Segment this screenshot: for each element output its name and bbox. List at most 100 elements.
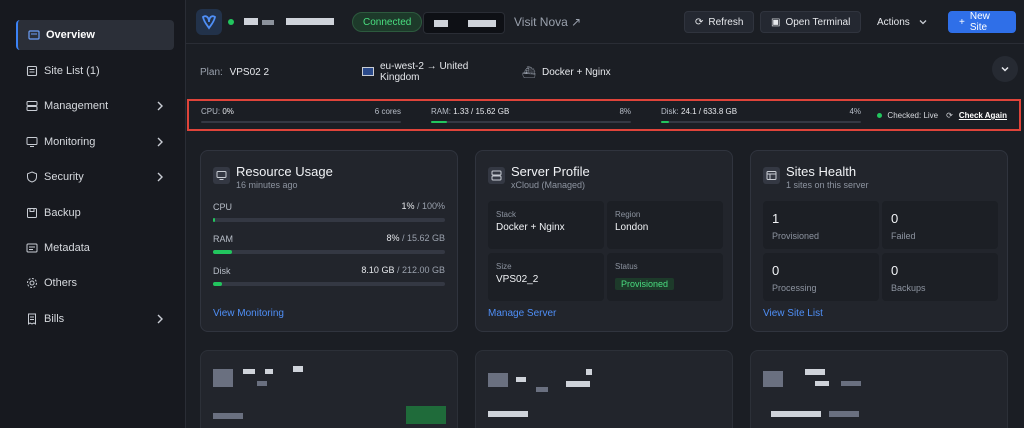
live-check-status: Checked: Live ⟳ Check Again <box>877 111 1007 120</box>
redacted-card <box>750 350 1008 428</box>
sites-icon <box>763 167 780 184</box>
resource-disk-used: 8.10 GB <box>361 265 395 275</box>
redacted-text <box>286 18 334 25</box>
open-terminal-label: Open Terminal <box>785 16 851 28</box>
card-subtitle: 16 minutes ago <box>236 180 298 190</box>
stat-number: 1 <box>772 211 780 226</box>
card-title: Server Profile <box>511 164 590 179</box>
redacted-block <box>536 387 548 392</box>
overview-icon <box>28 29 40 41</box>
manage-server-link[interactable]: Manage Server <box>488 308 556 319</box>
stack-tile: Stack Docker + Nginx <box>488 201 604 249</box>
check-again-link[interactable]: Check Again <box>959 111 1007 120</box>
ram-progress-fill <box>431 121 447 123</box>
disk-progress-fill <box>661 121 669 123</box>
redacted-block <box>265 369 273 374</box>
resource-disk-bar <box>213 282 445 286</box>
tile-key: Status <box>615 262 638 271</box>
collapse-button[interactable] <box>992 56 1018 82</box>
visit-link[interactable]: Visit Nova ↗ <box>514 15 581 29</box>
tile-key: Size <box>496 262 512 271</box>
card-title: Sites Health <box>786 164 857 179</box>
redacted-card <box>200 350 458 428</box>
tile-value: Docker + Nginx <box>496 222 565 233</box>
plan-info: Plan: VPS02 2 <box>200 67 269 78</box>
redacted-block <box>243 369 255 374</box>
tile-key: Stack <box>496 210 517 219</box>
new-site-button[interactable]: + New Site <box>948 11 1016 33</box>
plan-label: Plan: <box>200 67 223 78</box>
sidebar-item-management[interactable]: Management <box>16 91 174 121</box>
sidebar-item-label: Security <box>44 171 84 183</box>
resource-disk-fill <box>213 282 223 286</box>
card-title: Resource Usage <box>236 164 333 179</box>
sidebar-item-others[interactable]: Others <box>16 268 174 298</box>
card-subtitle: xCloud (Managed) <box>511 180 586 190</box>
resource-ram-fill <box>213 250 232 254</box>
stat-number: 0 <box>891 211 899 226</box>
chevron-right-icon <box>157 101 163 111</box>
sidebar-item-overview[interactable]: Overview <box>16 20 174 50</box>
refresh-icon: ⟳ <box>946 111 953 120</box>
tile-key: Region <box>615 210 641 219</box>
redacted-block <box>586 369 592 375</box>
resource-cpu-bar <box>213 218 445 222</box>
resource-disk-total: / 212.00 GB <box>394 265 445 275</box>
resource-ram-label: RAM <box>213 234 233 244</box>
server-name-pill[interactable] <box>423 12 505 34</box>
view-site-list-link[interactable]: View Site List <box>763 308 823 319</box>
shield-icon <box>26 171 38 183</box>
server-icon <box>26 100 38 112</box>
cpu-metric: CPU: 0% 6 cores <box>201 107 401 123</box>
refresh-button[interactable]: ⟳ Refresh <box>684 11 755 33</box>
redacted-text <box>262 20 274 25</box>
sidebar-item-bills[interactable]: Bills <box>16 304 174 334</box>
resource-ram-used: 8% <box>386 233 400 243</box>
redacted-block <box>771 411 821 417</box>
sidebar-item-label: Backup <box>44 207 81 219</box>
redacted-block <box>213 369 233 387</box>
redacted-block <box>815 381 829 386</box>
region-line-1: eu-west-2 → United <box>380 61 469 72</box>
resource-cpu-row: CPU 1% / 100% <box>213 201 445 222</box>
sidebar-item-label: Monitoring <box>44 136 96 148</box>
server-profile-card: Server Profile xCloud (Managed) Stack Do… <box>475 150 733 332</box>
open-terminal-button[interactable]: ▣ Open Terminal <box>760 11 862 33</box>
backups-stat: 0 Backups <box>882 253 998 301</box>
redacted-card <box>475 350 733 428</box>
bills-icon <box>26 313 38 325</box>
view-monitoring-link[interactable]: View Monitoring <box>213 308 284 319</box>
sidebar-item-security[interactable]: Security <box>16 162 174 192</box>
actions-dropdown[interactable]: Actions <box>866 11 939 33</box>
metadata-icon <box>26 242 38 254</box>
redacted-block <box>829 411 859 417</box>
backup-icon <box>26 207 38 219</box>
sidebar-item-label: Management <box>44 100 109 112</box>
sidebar: Overview Site List (1) Management Monito… <box>0 0 186 428</box>
tile-value: London <box>615 222 649 233</box>
failed-stat: 0 Failed <box>882 201 998 249</box>
processing-stat: 0 Processing <box>763 253 879 301</box>
sidebar-item-label: Site List (1) <box>44 65 100 77</box>
redacted-block <box>488 373 508 387</box>
stat-label: Processing <box>772 283 817 293</box>
chevron-down-icon <box>919 20 927 25</box>
status-tile: Status Provisioned <box>607 253 723 301</box>
resource-disk-row: Disk 8.10 GB / 212.00 GB <box>213 265 445 286</box>
online-indicator <box>228 19 234 25</box>
stat-number: 0 <box>891 263 899 278</box>
redacted-block <box>213 413 243 419</box>
chevron-down-icon <box>1001 66 1009 72</box>
chevron-right-icon <box>157 137 163 147</box>
sidebar-item-backup[interactable]: Backup <box>16 198 174 228</box>
redacted-block <box>488 411 528 417</box>
resource-cpu-fill <box>213 218 216 222</box>
plus-icon: + <box>959 16 965 28</box>
sidebar-item-metadata[interactable]: Metadata <box>16 233 174 263</box>
sidebar-item-site-list[interactable]: Site List (1) <box>16 56 174 86</box>
app-logo[interactable] <box>196 9 222 35</box>
sidebar-item-monitoring[interactable]: Monitoring <box>16 127 174 157</box>
redacted-block <box>763 371 783 387</box>
redacted-text <box>468 20 496 27</box>
new-site-label: New Site <box>969 11 990 33</box>
